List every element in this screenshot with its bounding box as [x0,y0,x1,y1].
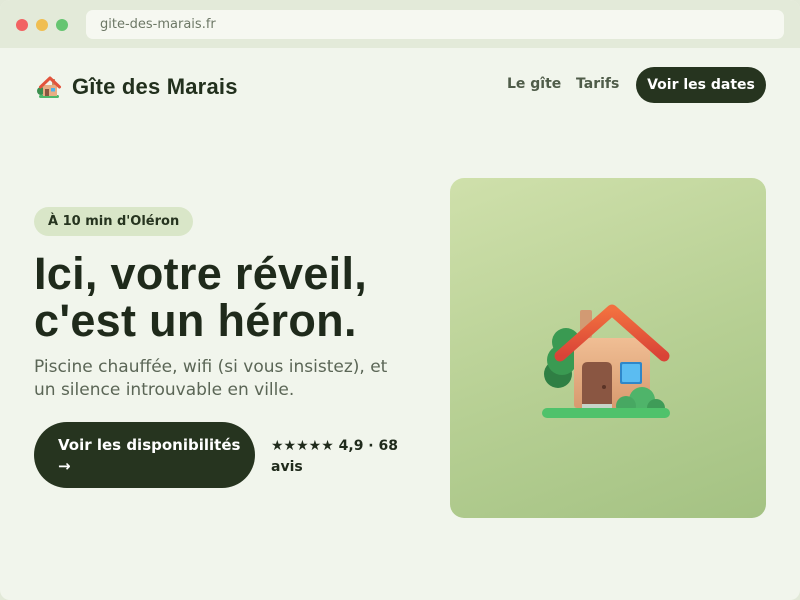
address-bar[interactable]: gite-des-marais.fr [86,10,784,39]
rating-summary: ★★★★★ 4,9 · 68 avis [271,438,398,475]
headline-line-2: c'est un héron. [34,295,357,346]
hero-subtitle: Piscine chauffée, wifi (si vous insistez… [34,357,388,400]
headline-line-1: Ici, votre réveil, [34,248,368,299]
minimize-window-button[interactable] [36,19,48,31]
nav-link-le-gite[interactable]: Le gîte [507,76,561,92]
browser-window: gite-des-marais.fr Gîte des Marais Le gî… [0,0,800,600]
house-icon [37,76,61,98]
brand-logo-link[interactable]: Gîte des Marais [36,72,238,102]
hero-illustration-card [450,178,766,518]
maximize-window-button[interactable] [56,19,68,31]
house-icon [542,304,670,418]
browser-chrome: gite-des-marais.fr [0,0,800,48]
check-availability-button[interactable]: Voir les disponibilités → [34,422,255,488]
hero-headline: Ici, votre réveil, c'est un héron. [34,250,454,344]
brand-name: Gîte des Marais [72,74,238,99]
see-dates-button[interactable]: Voir les dates [636,67,766,103]
close-window-button[interactable] [16,19,28,31]
nav-link-tarifs[interactable]: Tarifs [576,76,619,92]
location-badge: À 10 min d'Oléron [34,207,194,236]
